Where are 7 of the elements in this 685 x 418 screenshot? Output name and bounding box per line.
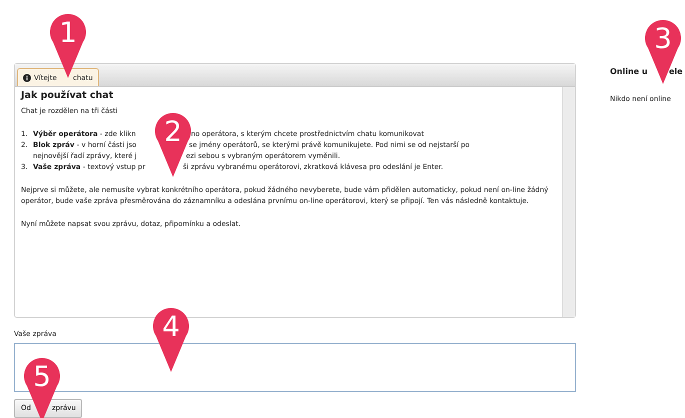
scrollbar[interactable] bbox=[562, 87, 575, 317]
sidebar-title: ele bbox=[669, 67, 683, 76]
help-heading: Jak používat chat bbox=[21, 90, 114, 101]
message-field[interactable] bbox=[14, 342, 576, 392]
number-marker: 4 bbox=[153, 308, 189, 372]
info-icon bbox=[23, 74, 31, 82]
sidebar-title: Online u bbox=[610, 67, 649, 76]
